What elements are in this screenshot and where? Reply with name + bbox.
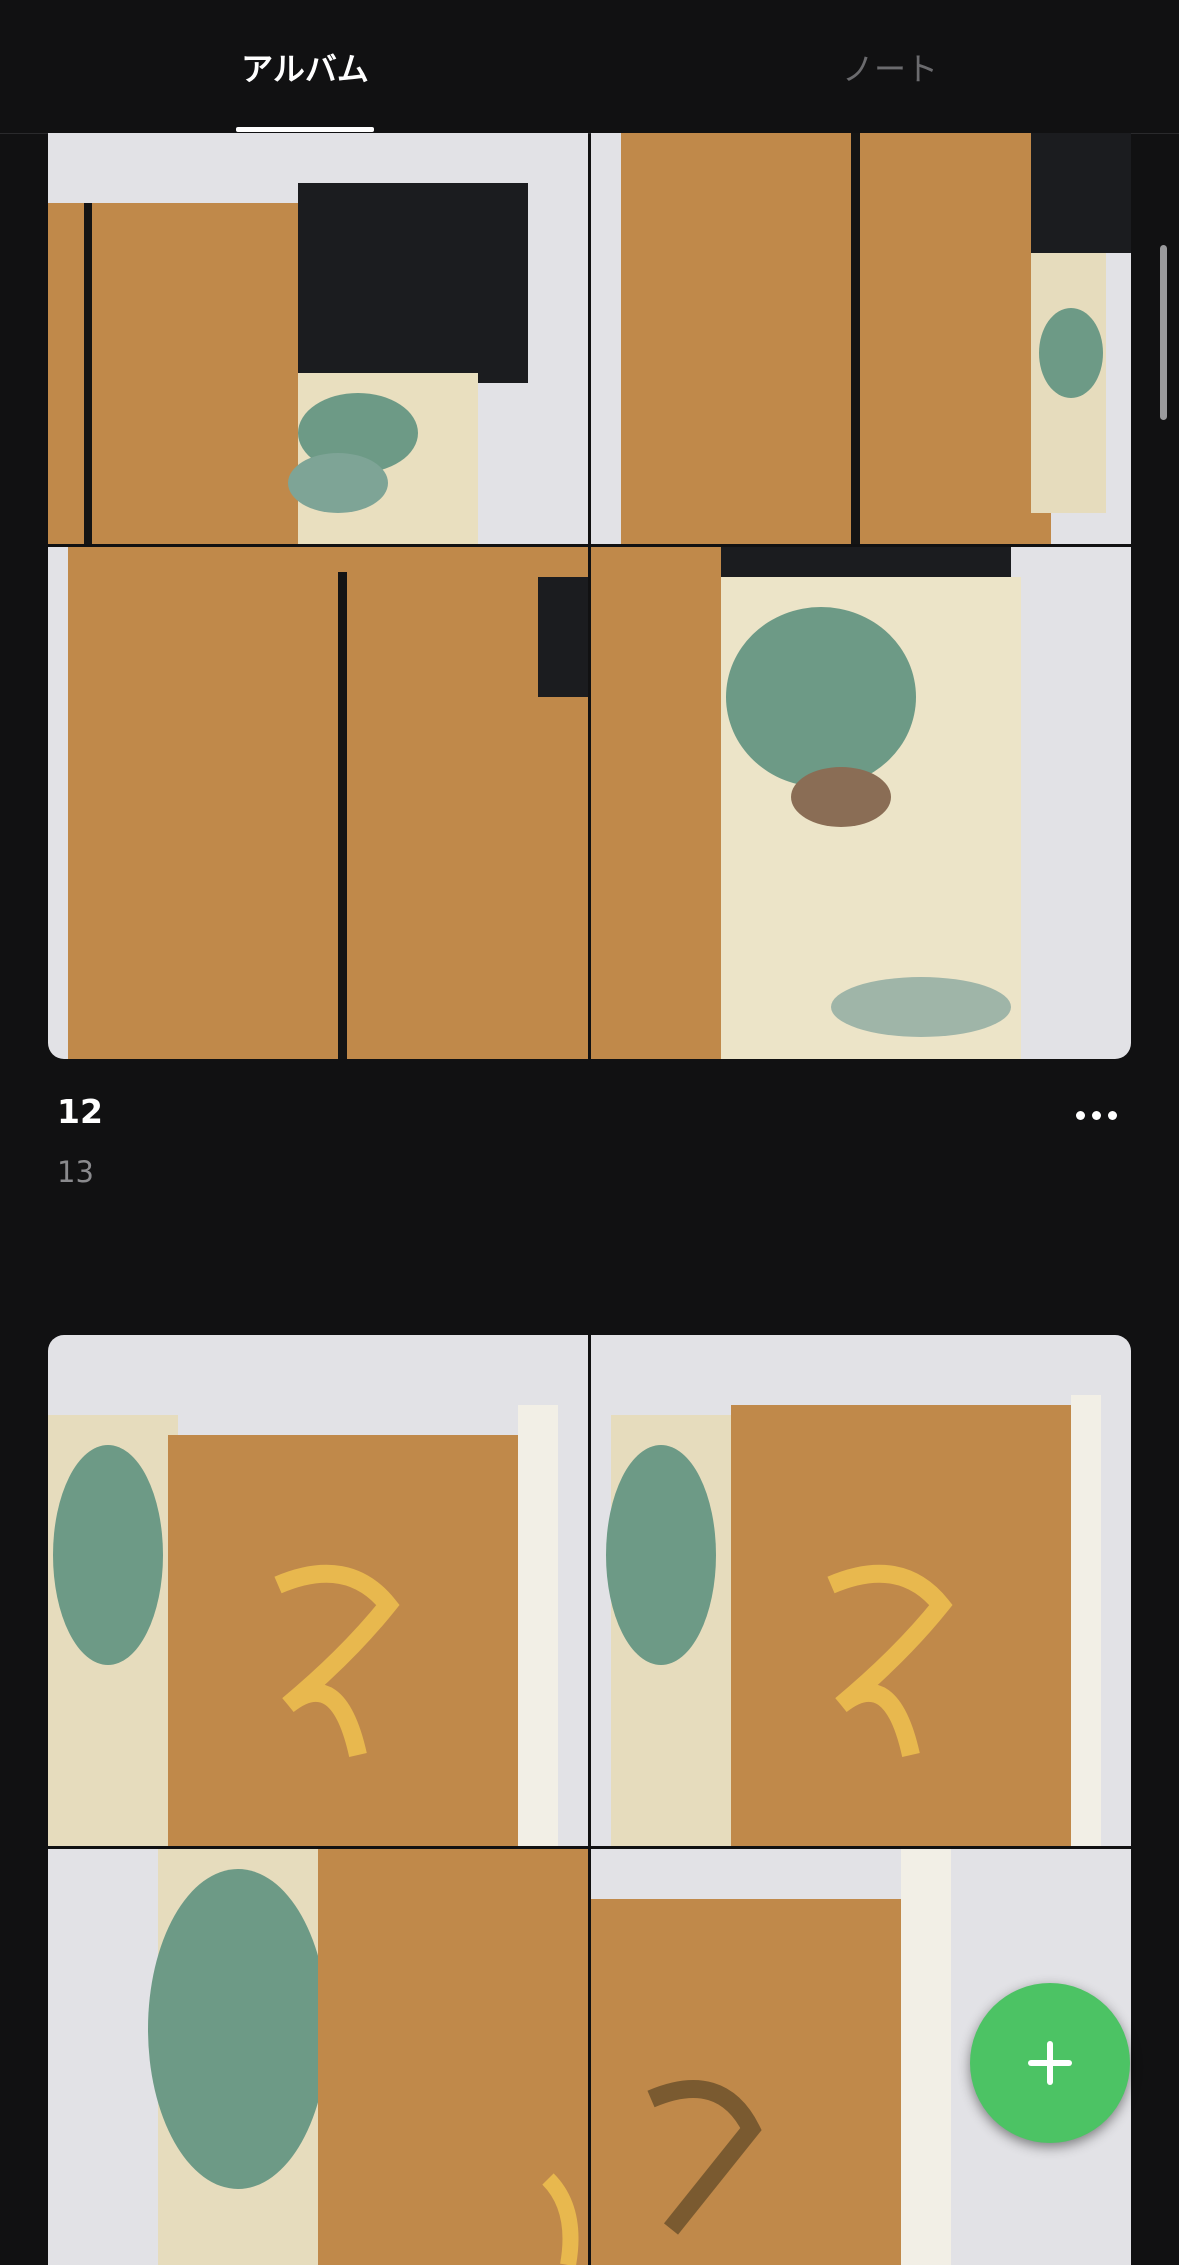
album-title[interactable]: 12 xyxy=(57,1092,103,1131)
active-tab-indicator xyxy=(236,127,374,132)
album-photo[interactable] xyxy=(48,1335,588,1846)
add-album-button[interactable] xyxy=(970,1983,1130,2143)
scrollbar[interactable] xyxy=(1160,245,1167,420)
more-horizontal-icon[interactable] xyxy=(1068,1095,1124,1135)
album-photo[interactable] xyxy=(591,133,1131,544)
album-card[interactable] xyxy=(48,1335,1131,2265)
plus-icon xyxy=(1047,2041,1053,2085)
dot xyxy=(1075,1110,1085,1120)
album-photo[interactable] xyxy=(591,547,1131,1059)
dot xyxy=(1107,1110,1117,1120)
album-photo[interactable] xyxy=(591,1335,1131,1846)
album-photo-count: 13 xyxy=(57,1155,94,1189)
album-photo[interactable] xyxy=(48,1849,588,2265)
album-photo[interactable] xyxy=(48,133,588,544)
dot xyxy=(1091,1110,1101,1120)
album-card[interactable] xyxy=(48,133,1131,1059)
tab-bar: アルバム ノート xyxy=(0,0,1179,134)
album-photo[interactable] xyxy=(48,547,588,1059)
tab-album[interactable]: アルバム xyxy=(236,0,374,133)
tab-note[interactable]: ノート xyxy=(830,0,950,133)
